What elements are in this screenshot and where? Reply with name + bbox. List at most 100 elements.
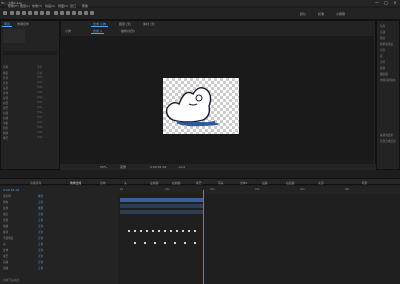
shape-tool-icon[interactable] — [46, 11, 50, 15]
keyframe[interactable] — [128, 230, 130, 232]
layer-duration-bar[interactable] — [120, 210, 204, 214]
list-item[interactable]: 滑板 — [3, 121, 8, 125]
workspace-standard[interactable]: 标准 — [318, 12, 324, 16]
keyframe[interactable] — [194, 242, 196, 244]
panel-info[interactable]: 信息 — [380, 24, 385, 28]
layer-row[interactable]: 身体 正常 — [0, 248, 118, 253]
layer-row[interactable]: 前腿 正常 — [0, 266, 118, 271]
keyframe[interactable] — [144, 242, 146, 244]
layer-duration-bar[interactable] — [120, 204, 204, 208]
list-item[interactable]: 阴影 — [3, 126, 8, 130]
list-item[interactable]: 背景 — [3, 76, 8, 80]
list-item[interactable]: 头部 — [3, 86, 8, 90]
puppet-tool-icon[interactable] — [90, 11, 94, 15]
toggle-switches-modes[interactable]: 切换开关/模式 — [3, 278, 19, 282]
clone-tool-icon[interactable] — [72, 11, 76, 15]
keyframe[interactable] — [140, 230, 142, 232]
panel-libraries[interactable]: 库 — [380, 54, 383, 58]
tab-shadow[interactable]: 阴影 — [362, 181, 368, 185]
keyframe[interactable] — [188, 230, 190, 232]
list-item[interactable]: 眼睛 — [3, 131, 8, 135]
layer-row[interactable]: 变换 重置 — [0, 206, 118, 211]
zoom-tool-icon[interactable] — [22, 11, 26, 15]
column-type[interactable]: 类型 — [37, 65, 42, 69]
home-icon[interactable] — [3, 11, 7, 15]
panel-character[interactable]: 字符 — [380, 60, 385, 64]
exposure-value[interactable]: +0.0 — [178, 165, 185, 169]
tab-head[interactable]: 头 — [124, 181, 127, 185]
panel-audio[interactable]: 音频 — [380, 30, 385, 34]
text-tool-icon[interactable] — [60, 11, 64, 15]
tab-ears[interactable]: 耳朵 — [218, 181, 224, 185]
track-area[interactable] — [118, 194, 400, 284]
panel-align[interactable]: 对齐 — [380, 48, 385, 52]
column-name[interactable]: 名称 — [3, 65, 8, 69]
tab-right-hind-leg[interactable]: 右后腿 — [286, 181, 294, 185]
eraser-tool-icon[interactable] — [78, 11, 82, 15]
workspace-default[interactable]: 默认 — [300, 12, 306, 16]
workspace-small[interactable]: 小屏幕 — [336, 12, 345, 16]
tab-footage[interactable]: 素材 (无) — [141, 22, 157, 27]
keyframe[interactable] — [164, 230, 166, 232]
tab-composition[interactable]: 合成 小狗 — [91, 22, 108, 27]
panel-preview[interactable]: 预览 — [380, 36, 385, 40]
camera-tool-icon[interactable] — [34, 11, 38, 15]
tab-right-front-leg[interactable]: 右前腿 — [172, 181, 180, 185]
panel-effects-presets[interactable]: 效果和预设 — [380, 42, 393, 46]
list-item[interactable]: 背景 — [3, 81, 8, 85]
pan-behind-tool-icon[interactable] — [40, 11, 44, 15]
keyframe[interactable] — [164, 242, 166, 244]
layer-row[interactable]: 头正常 — [0, 242, 118, 247]
tab-body[interactable]: 身体 — [100, 181, 106, 185]
tab-effect-controls[interactable]: 效果控件 — [15, 22, 31, 27]
timeline-timecode[interactable]: 0:00:01:02 — [3, 188, 19, 192]
panel-tracker[interactable]: 跟踪器 — [380, 72, 388, 76]
breadcrumb-item[interactable]: 猫咪(剪影) — [119, 29, 137, 34]
layer-row[interactable]: 不透明度 正常 — [0, 236, 118, 241]
tab-body-2[interactable]: 身体2 — [240, 181, 247, 185]
layer-row[interactable]: 后腿 正常 — [0, 260, 118, 265]
close-icon[interactable]: × — [390, 0, 400, 6]
project-search[interactable] — [3, 51, 57, 55]
breadcrumb-item[interactable]: 合成 1 — [91, 29, 104, 34]
tab-dog-comp[interactable]: 狗狗合成 — [70, 181, 81, 185]
tab-render-queue[interactable]: 渲染队列 — [30, 181, 41, 185]
layer-row[interactable]: 狗狗 正常 — [0, 200, 118, 205]
tab-layer[interactable]: 图层 (无) — [117, 22, 133, 27]
keyframe[interactable] — [184, 242, 186, 244]
keyframe[interactable] — [176, 230, 178, 232]
keyframe[interactable] — [134, 242, 136, 244]
keyframe[interactable] — [154, 242, 156, 244]
keyframe[interactable] — [174, 242, 176, 244]
selection-tool-icon[interactable] — [10, 11, 14, 15]
list-item[interactable]: 左腿 — [3, 111, 8, 115]
layer-row[interactable]: 位置 正常 — [0, 218, 118, 223]
layer-row[interactable]: 缩放 正常 — [0, 224, 118, 229]
keyframe[interactable] — [170, 230, 172, 232]
brush-tool-icon[interactable] — [66, 11, 70, 15]
roto-tool-icon[interactable] — [84, 11, 88, 15]
keyframe[interactable] — [146, 230, 148, 232]
playhead[interactable] — [203, 190, 204, 284]
keyframe[interactable] — [194, 230, 196, 232]
list-item[interactable]: 左臂 — [3, 96, 8, 100]
tab-project[interactable]: 项目 — [2, 22, 13, 27]
list-item[interactable]: 身体 — [3, 91, 8, 95]
layer-row[interactable]: 锚点 正常 — [0, 212, 118, 217]
layer-duration-bar[interactable] — [120, 198, 204, 202]
rotate-tool-icon[interactable] — [28, 11, 32, 15]
list-item[interactable]: 嘴巴 — [3, 136, 8, 140]
tab-hind-leg[interactable]: 后腿 — [262, 181, 268, 185]
keyframe[interactable] — [182, 230, 184, 232]
panel-paragraph[interactable]: 段落 — [380, 66, 385, 70]
tab-tail[interactable]: 尾巴 — [196, 181, 202, 185]
layer-row[interactable]: 尾巴 正常 — [0, 254, 118, 259]
keyframe[interactable] — [158, 230, 160, 232]
panel-content-aware-fill[interactable]: 内容识别填充 — [380, 78, 396, 82]
viewer-timecode[interactable]: 0:00:01:02 — [150, 165, 166, 169]
breadcrumb-item[interactable]: 小狗 — [63, 29, 73, 34]
tab-left-front-leg[interactable]: 左前腿 — [150, 181, 158, 185]
pen-tool-icon[interactable] — [54, 11, 58, 15]
hand-tool-icon[interactable] — [16, 11, 20, 15]
keyframe[interactable] — [134, 230, 136, 232]
